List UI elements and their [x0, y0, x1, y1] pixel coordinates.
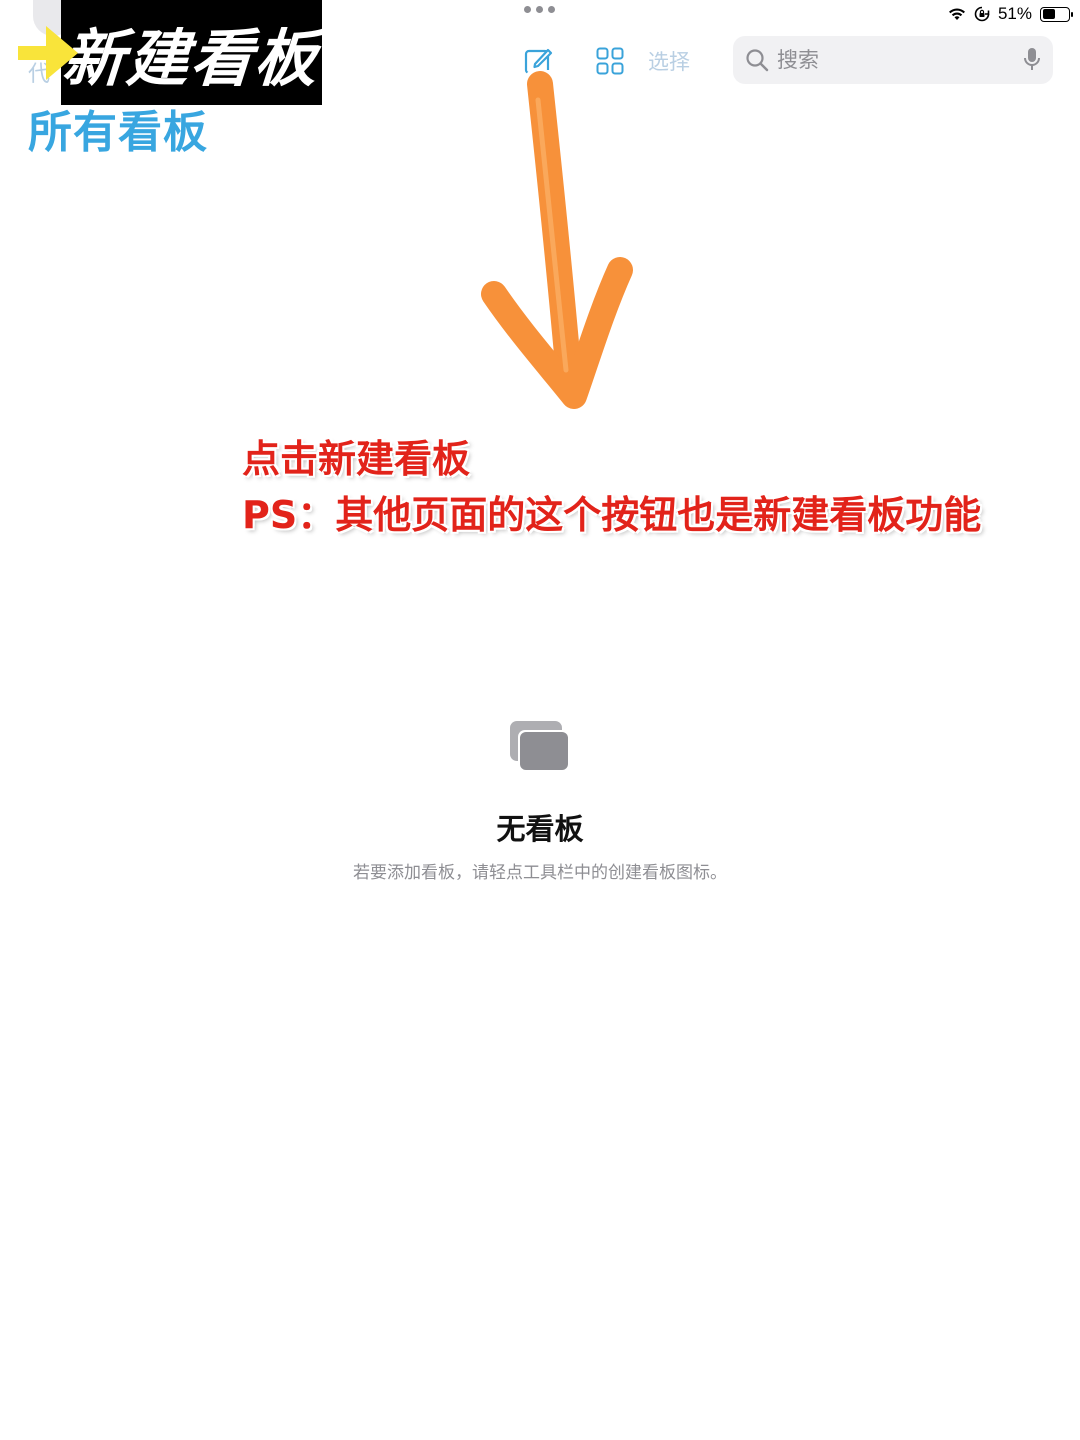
- dot: [548, 6, 555, 13]
- annotation-line-2: PS：其他页面的这个按钮也是新建看板功能: [242, 493, 982, 537]
- battery-percent: 51%: [997, 4, 1032, 23]
- dot: [536, 6, 543, 13]
- empty-state: 无看板 若要添加看板，请轻点工具栏中的创建看板图标。: [0, 720, 1080, 883]
- dot: [524, 6, 531, 13]
- search-input[interactable]: [777, 48, 1023, 72]
- annotation-line-1: 点击新建看板: [242, 437, 471, 481]
- orange-arrow-icon: [470, 67, 640, 424]
- multitasking-dots[interactable]: [524, 6, 555, 13]
- battery-level: [1042, 9, 1055, 19]
- wifi-icon: [948, 7, 966, 21]
- orientation-lock-icon: [974, 6, 990, 22]
- empty-state-subtitle: 若要添加看板，请轻点工具栏中的创建看板图标。: [353, 863, 727, 883]
- search-icon: [745, 48, 769, 72]
- page-title: 所有看板: [28, 107, 208, 158]
- select-button[interactable]: 选择: [648, 46, 690, 76]
- banner-text: 新建看板: [60, 21, 322, 95]
- empty-state-title: 无看板: [496, 812, 584, 846]
- status-bar: 51%: [948, 0, 1080, 28]
- stacked-boards-icon: [509, 720, 571, 776]
- search-bar[interactable]: [733, 36, 1053, 84]
- yellow-arrow-icon: [16, 22, 80, 88]
- microphone-icon[interactable]: [1023, 47, 1041, 73]
- battery-icon: [1040, 6, 1073, 22]
- tutorial-banner: 新建看板: [61, 0, 322, 105]
